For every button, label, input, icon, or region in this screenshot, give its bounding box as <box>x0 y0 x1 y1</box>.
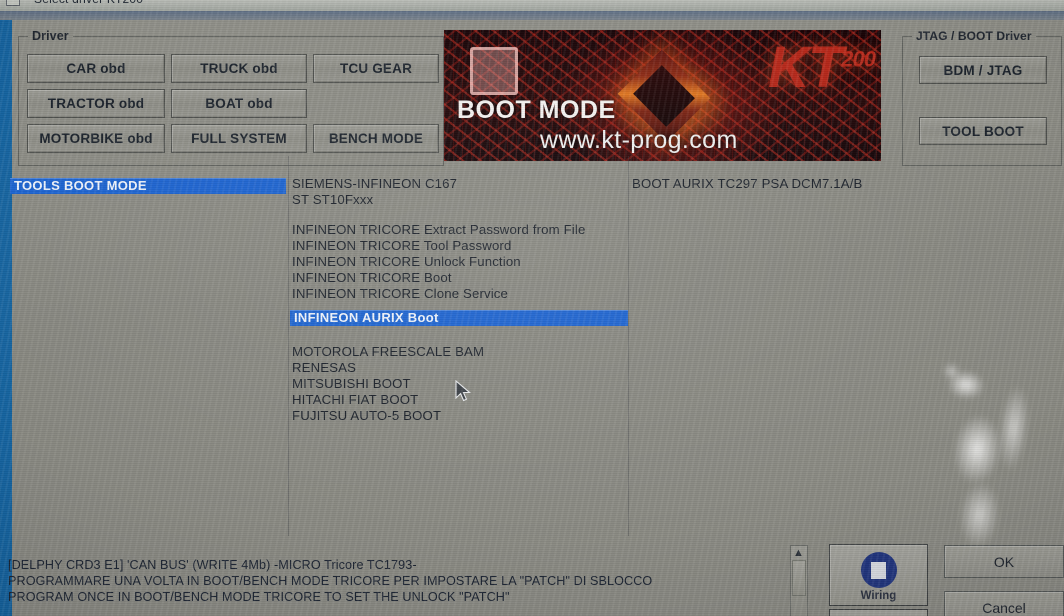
motorbike-obd-button[interactable]: MOTORBIKE obd <box>27 124 165 153</box>
bdm-jtag-button[interactable]: BDM / JTAG <box>919 56 1047 84</box>
status-line: PROGRAMMARE UNA VOLTA IN BOOT/BENCH MODE… <box>8 574 653 588</box>
tractor-obd-button[interactable]: TRACTOR obd <box>27 89 165 118</box>
status-line: [DELPHY CRD3 E1] 'CAN BUS' (WRITE 4Mb) -… <box>8 558 417 572</box>
list-item[interactable]: INFINEON TRICORE Tool Password <box>292 238 511 253</box>
tool-boot-button[interactable]: TOOL BOOT <box>919 117 1047 145</box>
chevron-up-icon[interactable]: ▲ <box>793 548 804 559</box>
pane-divider-left <box>288 156 289 536</box>
scrollbar-thumb[interactable] <box>792 560 806 596</box>
window-title: Select driver KT200 <box>34 0 143 6</box>
list-item-label: INFINEON AURIX Boot <box>294 310 439 325</box>
jtag-groupbox-legend: JTAG / BOOT Driver <box>912 29 1036 43</box>
list-item[interactable]: MOTOROLA FREESCALE BAM <box>292 344 484 359</box>
list-item[interactable]: MITSUBISHI BOOT <box>292 376 411 391</box>
list-item[interactable]: BOOT AURIX TC297 PSA DCM7.1A/B <box>632 176 862 191</box>
banner-url: www.kt-prog.com <box>540 126 738 154</box>
list-item[interactable]: HITACHI FIAT BOOT <box>292 392 418 407</box>
list-item[interactable]: SIEMENS-INFINEON C167 <box>292 176 457 191</box>
status-scrollbar[interactable]: ▲ <box>790 545 808 616</box>
titlebar-underline <box>0 11 1064 20</box>
list-item[interactable]: INFINEON TRICORE Unlock Function <box>292 254 521 269</box>
kt-logo: KT200 <box>767 34 876 101</box>
boot-mode-banner: KT200 BOOT MODE www.kt-prog.com <box>444 30 881 161</box>
full-system-button[interactable]: FULL SYSTEM <box>171 124 307 153</box>
list-item[interactable]: FUJITSU AUTO-5 BOOT <box>292 408 441 423</box>
tools-boot-mode-label: TOOLS BOOT MODE <box>14 178 147 193</box>
ok-button[interactable]: OK <box>944 545 1064 578</box>
window-icon <box>6 0 20 6</box>
window-titlebar[interactable]: Select driver KT200 <box>0 0 1064 11</box>
wiring-button[interactable]: Wiring <box>829 544 928 606</box>
wiring-button-label: Wiring <box>860 590 897 602</box>
pane-divider-right <box>628 156 629 536</box>
banner-square-icon <box>470 47 518 95</box>
driver-groupbox-legend: Driver <box>28 29 73 43</box>
kt-logo-sup: 200 <box>841 46 876 72</box>
list-item[interactable]: RENESAS <box>292 360 356 375</box>
mouse-pointer-icon <box>455 379 473 409</box>
status-message-area: [DELPHY CRD3 E1] 'CAN BUS' (WRITE 4Mb) -… <box>0 548 800 616</box>
wiring-connector-icon <box>860 552 897 588</box>
kt-logo-text: KT <box>767 35 843 100</box>
list-item[interactable]: INFINEON TRICORE Boot <box>292 270 452 285</box>
car-obd-button[interactable]: CAR obd <box>27 54 165 83</box>
list-item[interactable]: ST ST10Fxxx <box>292 192 373 207</box>
boat-obd-button[interactable]: BOAT obd <box>171 89 307 118</box>
banner-title: BOOT MODE <box>457 96 616 124</box>
secondary-tool-button[interactable] <box>829 609 928 616</box>
jtag-boot-driver-groupbox: JTAG / BOOT Driver BDM / JTAG TOOL BOOT <box>902 29 1062 166</box>
status-line: PROGRAM ONCE IN BOOT/BENCH MODE TRICORE … <box>8 590 510 604</box>
application-screenshot: Select driver KT200 Driver CAR obd TRUCK… <box>0 0 1064 616</box>
selection-lists: TOOLS BOOT MODE SIEMENS-INFINEON C167 ST… <box>0 156 1052 536</box>
list-item-selected-infineon-aurix-boot[interactable]: INFINEON AURIX Boot <box>290 310 628 326</box>
truck-obd-button[interactable]: TRUCK obd <box>171 54 307 83</box>
tcu-gear-button[interactable]: TCU GEAR <box>313 54 439 83</box>
driver-groupbox: Driver CAR obd TRUCK obd TCU GEAR TRACTO… <box>18 29 444 166</box>
cancel-button[interactable]: Cancel <box>944 591 1064 616</box>
tools-boot-mode-item[interactable]: TOOLS BOOT MODE <box>10 178 286 194</box>
list-item[interactable]: INFINEON TRICORE Extract Password from F… <box>292 222 585 237</box>
bench-mode-button[interactable]: BENCH MODE <box>313 124 439 153</box>
list-item[interactable]: INFINEON TRICORE Clone Service <box>292 286 508 301</box>
